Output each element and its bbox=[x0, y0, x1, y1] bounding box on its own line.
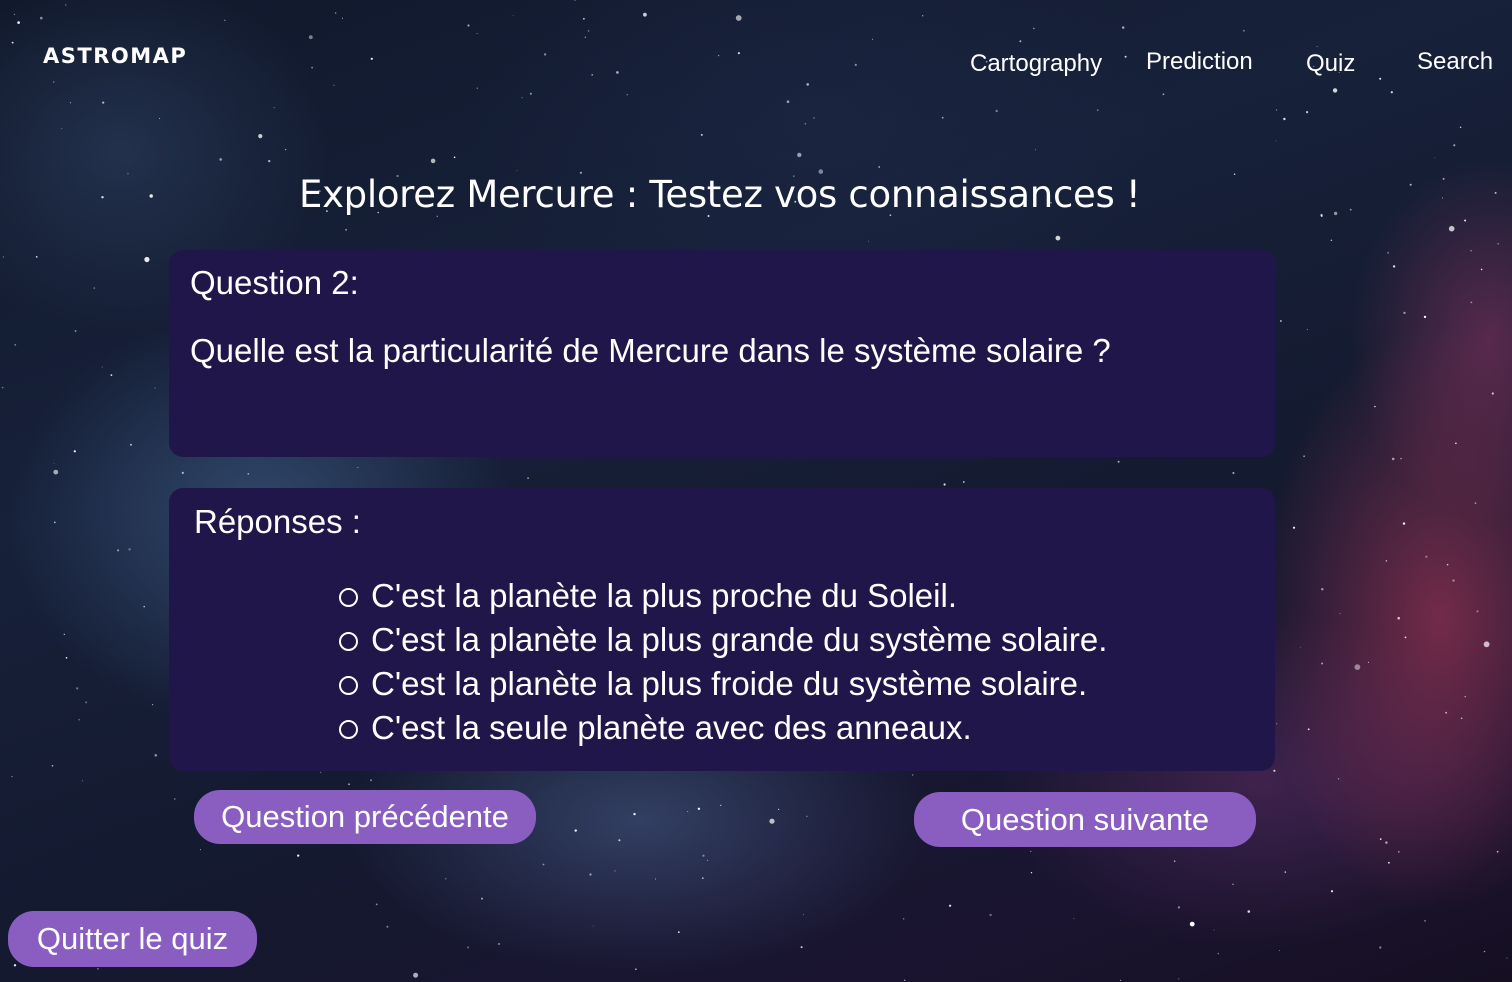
nav-quiz[interactable]: Quiz bbox=[1306, 50, 1355, 78]
radio-icon[interactable] bbox=[339, 631, 358, 651]
radio-icon[interactable] bbox=[339, 675, 358, 695]
answer-option-1[interactable]: C'est la planète la plus proche du Solei… bbox=[339, 574, 1107, 618]
answer-list: C'est la planète la plus proche du Solei… bbox=[339, 574, 1107, 750]
radio-icon[interactable] bbox=[339, 587, 358, 607]
astromap-logo[interactable]: ASTROMAP bbox=[43, 44, 187, 68]
answer-label: C'est la planète la plus froide du systè… bbox=[371, 665, 1088, 702]
answers-label: Réponses : bbox=[194, 503, 361, 540]
radio-icon[interactable] bbox=[339, 719, 358, 739]
question-number: Question 2: bbox=[190, 264, 359, 301]
previous-question-button[interactable]: Question précédente bbox=[194, 790, 536, 844]
nav-search[interactable]: Search bbox=[1417, 48, 1493, 76]
answer-label: C'est la planète la plus grande du systè… bbox=[371, 621, 1108, 658]
question-text: Quelle est la particularité de Mercure d… bbox=[190, 332, 1111, 369]
answer-option-2[interactable]: C'est la planète la plus grande du systè… bbox=[339, 618, 1107, 662]
answers-panel: Réponses : C'est la planète la plus proc… bbox=[169, 488, 1275, 771]
answer-option-4[interactable]: C'est la seule planète avec des anneaux. bbox=[339, 706, 1107, 750]
nav-cartography[interactable]: Cartography bbox=[970, 50, 1102, 78]
quit-quiz-button[interactable]: Quitter le quiz bbox=[8, 911, 257, 967]
answer-label: C'est la seule planète avec des anneaux. bbox=[371, 709, 972, 746]
next-question-button[interactable]: Question suivante bbox=[914, 792, 1256, 847]
answer-option-3[interactable]: C'est la planète la plus froide du systè… bbox=[339, 662, 1107, 706]
question-panel: Question 2: Quelle est la particularité … bbox=[169, 250, 1275, 457]
nav-prediction[interactable]: Prediction bbox=[1146, 48, 1253, 76]
answer-label: C'est la planète la plus proche du Solei… bbox=[371, 577, 957, 614]
page-title: Explorez Mercure : Testez vos connaissan… bbox=[299, 173, 1141, 216]
